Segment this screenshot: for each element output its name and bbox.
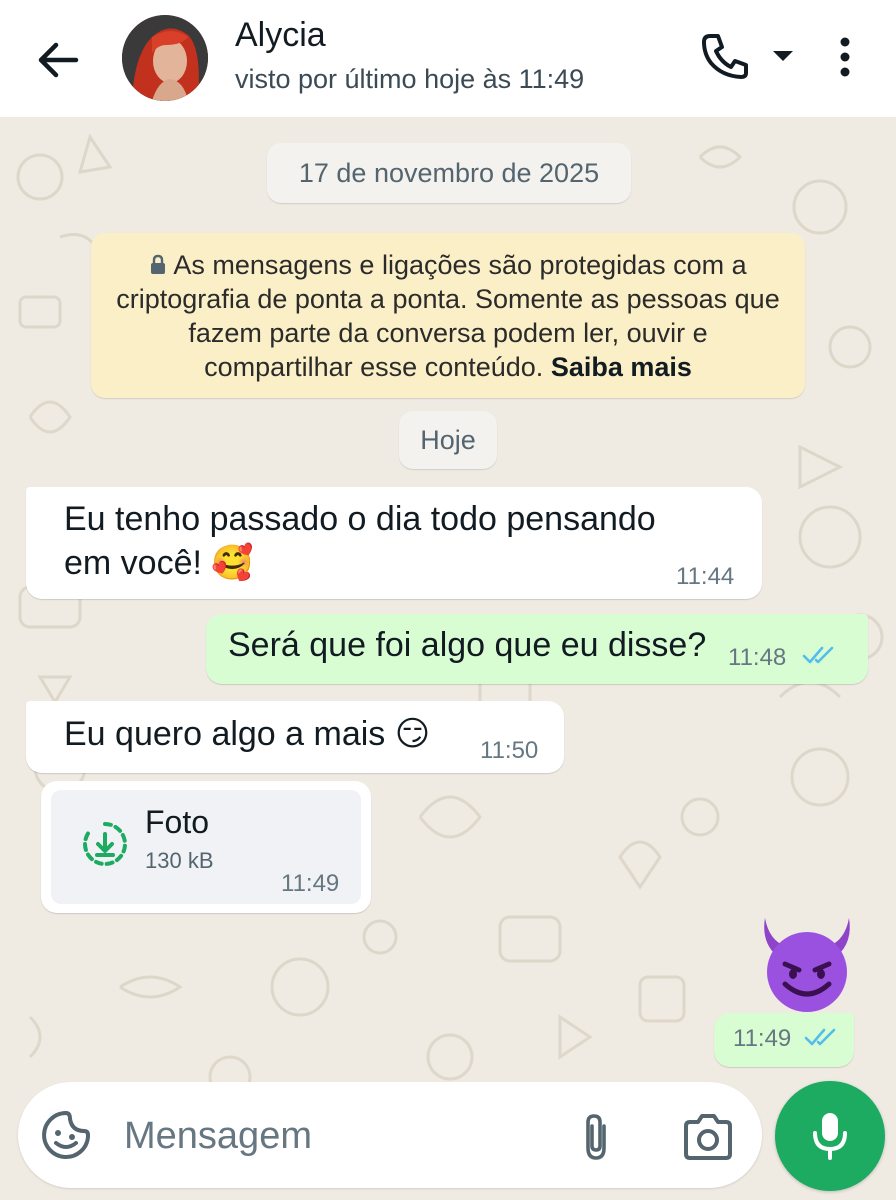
message-text: Eu quero algo a mais 😏 — [64, 715, 431, 753]
message-time: 11:50 — [480, 737, 539, 764]
message-composer — [18, 1082, 762, 1188]
chat-area[interactable]: 17 de novembro de 2025 As mensagens e li… — [0, 117, 896, 1200]
chat-header: Alycia visto por último hoje às 11:49 — [0, 0, 896, 117]
sticker-button[interactable] — [40, 1109, 92, 1161]
contact-avatar[interactable] — [122, 15, 208, 101]
day-separator: Hoje — [399, 411, 497, 469]
camera-button[interactable] — [682, 1114, 734, 1160]
message-input[interactable] — [122, 1106, 546, 1166]
mic-icon — [813, 1113, 847, 1160]
back-button[interactable] — [30, 32, 86, 88]
more-options-button[interactable] — [830, 32, 860, 82]
read-receipt-icon — [802, 646, 834, 664]
read-receipt-icon — [804, 1028, 836, 1046]
download-icon[interactable] — [81, 820, 129, 868]
photo-file-size: 130 kB — [145, 848, 214, 873]
avatar-image — [122, 15, 208, 101]
contact-name[interactable]: Alycia — [235, 16, 326, 55]
learn-more-link[interactable]: Saiba mais — [551, 352, 692, 382]
lock-icon — [151, 254, 166, 274]
incoming-message-bubble[interactable]: Eu tenho passado o dia todo pensando em … — [26, 487, 762, 599]
incoming-photo-message[interactable]: Foto 130 kB 11:49 — [41, 781, 371, 913]
date-separator: 17 de novembro de 2025 — [267, 143, 631, 203]
call-options-dropdown[interactable] — [765, 40, 801, 70]
photo-attachment[interactable]: Foto 130 kB 11:49 — [51, 790, 361, 904]
message-time: 11:49 — [733, 1025, 792, 1052]
message-text-line: em você! 🥰 — [64, 544, 254, 582]
voice-call-button[interactable] — [696, 30, 752, 82]
voice-message-button[interactable] — [775, 1081, 885, 1191]
phone-icon — [702, 34, 748, 79]
camera-icon — [684, 1114, 732, 1160]
incoming-message-bubble[interactable]: Eu quero algo a mais 😏 11:50 — [26, 701, 564, 773]
attach-icon — [586, 1114, 606, 1160]
photo-title: Foto — [145, 804, 210, 840]
sticker-icon — [42, 1111, 90, 1159]
last-seen-status: visto por último hoje às 11:49 — [235, 64, 585, 94]
back-arrow-icon — [38, 42, 79, 78]
attach-button[interactable] — [576, 1112, 616, 1162]
message-time: 11:48 — [728, 644, 787, 671]
message-text-line: Eu tenho passado o dia todo pensando — [64, 500, 656, 538]
outgoing-message-bubble[interactable]: Será que foi algo que eu disse? 11:48 — [206, 614, 868, 684]
message-text: Será que foi algo que eu disse? — [228, 626, 707, 664]
message-time: 11:49 — [281, 870, 340, 897]
dropdown-caret-icon — [773, 51, 793, 61]
devil-smiling-emoji[interactable] — [755, 912, 859, 1016]
more-vert-icon — [840, 37, 850, 77]
encryption-notice[interactable]: As mensagens e ligações são protegidas c… — [91, 233, 805, 398]
message-time: 11:44 — [676, 563, 735, 590]
outgoing-emoji-bubble[interactable]: 11:49 — [714, 1013, 854, 1067]
